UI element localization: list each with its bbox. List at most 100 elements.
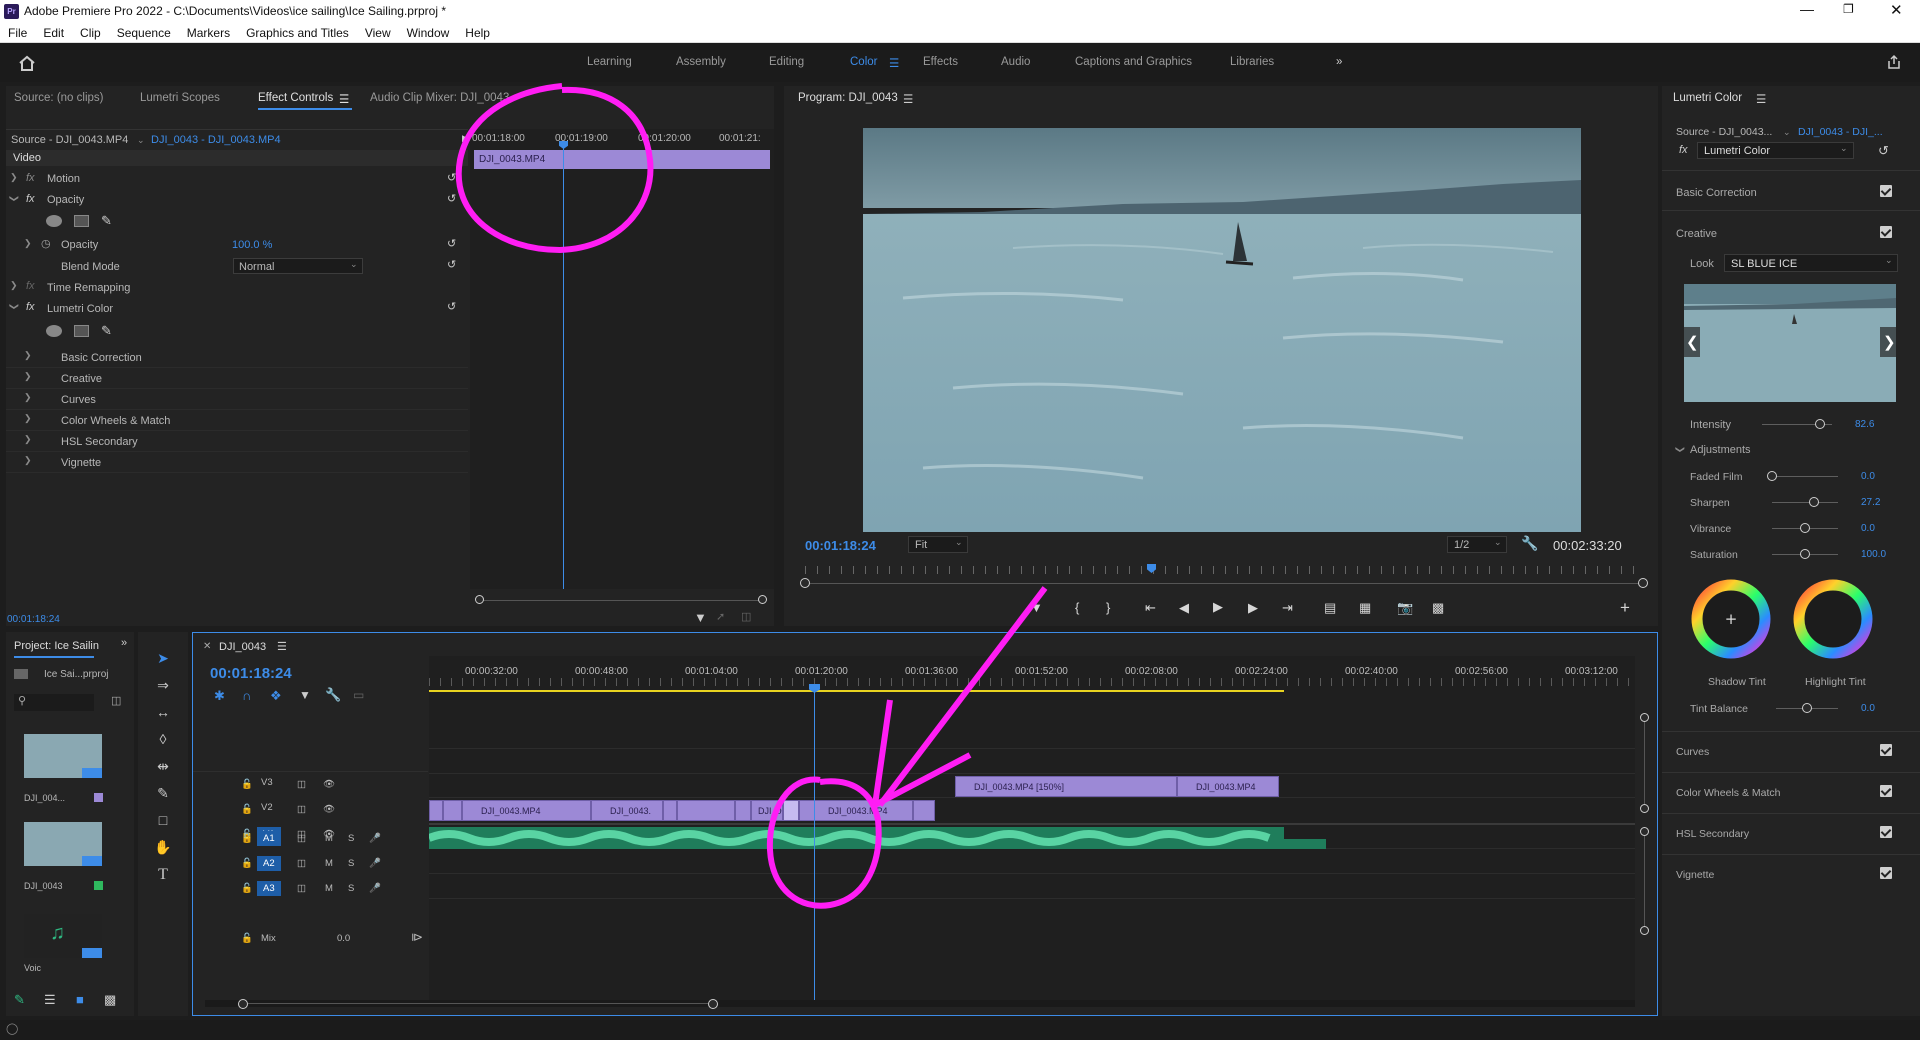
mute-button[interactable]: M xyxy=(325,833,333,844)
step-back-icon[interactable]: ◀ xyxy=(1179,600,1189,616)
look-next-button[interactable]: ❯ xyxy=(1880,327,1896,357)
hand-tool-icon[interactable]: ✋ xyxy=(154,839,172,857)
tint-balance-value[interactable]: 0.0 xyxy=(1861,703,1875,714)
ws-color[interactable]: Color xyxy=(850,56,877,68)
v-zoom-top[interactable] xyxy=(1640,713,1649,722)
program-zoom-bar[interactable] xyxy=(805,583,1643,584)
intensity-value[interactable]: 82.6 xyxy=(1855,419,1874,430)
go-to-out-icon[interactable]: ⇥ xyxy=(1282,600,1293,616)
section-header[interactable]: Curves xyxy=(1676,746,1709,758)
a-zoom-top[interactable] xyxy=(1640,827,1649,836)
rectangle-mask-icon[interactable] xyxy=(74,215,89,227)
lock-icon[interactable]: 🔓 xyxy=(241,804,253,815)
comparison-view-icon[interactable]: ▩ xyxy=(1432,600,1444,616)
project-item-name[interactable]: DJI_0043 xyxy=(24,881,63,891)
zoom-scrollbar[interactable] xyxy=(481,600,763,601)
collapse-icon[interactable]: ❯ xyxy=(8,303,19,311)
playhead-handle[interactable] xyxy=(559,141,568,149)
project-item-name[interactable]: DJI_004... xyxy=(24,793,65,803)
basic-correction-checkbox[interactable] xyxy=(1880,185,1892,197)
program-ruler[interactable] xyxy=(805,566,1643,574)
mix-pan-icon[interactable]: ⧐ xyxy=(411,930,423,944)
ellipse-mask-icon[interactable] xyxy=(46,215,62,227)
v-scroll-track[interactable] xyxy=(1644,722,1645,804)
lumetri-panel-title[interactable]: Lumetri Color xyxy=(1673,92,1742,104)
project-item-thumbnail[interactable] xyxy=(24,822,102,866)
pencil-icon[interactable]: ✎ xyxy=(14,992,25,1008)
share-icon[interactable] xyxy=(1886,54,1902,70)
type-tool-icon[interactable]: T xyxy=(154,866,172,884)
reset-icon[interactable]: ↺ xyxy=(447,237,456,250)
ws-libraries[interactable]: Libraries xyxy=(1230,56,1274,68)
slider-track[interactable] xyxy=(1772,502,1838,503)
v1-clip[interactable] xyxy=(677,800,735,821)
zoom-handle-right[interactable] xyxy=(758,595,767,604)
ws-captions[interactable]: Captions and Graphics xyxy=(1075,56,1192,68)
chevron-down-icon[interactable]: ❯ xyxy=(1674,446,1685,454)
snap-icon[interactable]: ∩ xyxy=(242,688,251,703)
lumetri-section-row[interactable]: ❯ Curves xyxy=(6,390,468,410)
pen-tool-icon[interactable]: ✎ xyxy=(154,785,172,803)
zoom-handle-left[interactable] xyxy=(475,595,484,604)
track-label[interactable]: V3 xyxy=(261,777,273,788)
project-search-input[interactable]: ⚲ xyxy=(14,694,94,711)
basic-correction-header[interactable]: Basic Correction xyxy=(1676,187,1757,199)
reset-icon[interactable]: ↺ xyxy=(1878,143,1889,159)
microphone-icon[interactable]: 🎤 xyxy=(369,858,381,869)
expand-icon[interactable]: ❯ xyxy=(24,350,32,361)
sync-lock-icon[interactable]: ◫ xyxy=(297,779,306,790)
menu-sequence[interactable]: Sequence xyxy=(109,23,179,40)
icon-view-icon[interactable]: ■ xyxy=(76,992,84,1007)
a1-audio-clip[interactable] xyxy=(429,827,1284,849)
mute-button[interactable]: M xyxy=(325,858,333,869)
time-remapping-row[interactable]: ❯ fx Time Remapping xyxy=(6,278,468,298)
program-zoom-right[interactable] xyxy=(1638,578,1648,588)
menu-help[interactable]: Help xyxy=(457,23,498,40)
section-checkbox[interactable] xyxy=(1880,826,1892,838)
add-marker-icon[interactable]: ▼ xyxy=(1030,600,1043,615)
lumetri-menu-icon[interactable]: ☰ xyxy=(1756,92,1766,106)
opacity-value[interactable]: 100.0 % xyxy=(232,239,272,251)
eye-icon[interactable]: 👁 xyxy=(323,804,335,815)
track-label[interactable]: A2 xyxy=(257,856,281,871)
adjustments-header[interactable]: Adjustments xyxy=(1690,444,1751,456)
add-button-icon[interactable]: + xyxy=(1620,598,1630,618)
intensity-slider-knob[interactable] xyxy=(1815,419,1825,429)
expand-icon[interactable]: ❯ xyxy=(24,434,32,445)
more-panels-icon[interactable]: » xyxy=(121,637,127,649)
selection-tool-icon[interactable]: ➤ xyxy=(154,650,172,668)
share-clip-icon[interactable]: ◫ xyxy=(741,610,751,623)
export-frame-icon[interactable]: 📷 xyxy=(1397,600,1413,616)
tab-menu-icon[interactable]: ☰ xyxy=(339,92,349,106)
effect-select[interactable]: Lumetri Color ⌄ xyxy=(1697,142,1854,159)
resolution-select[interactable]: 1/2 ⌄ xyxy=(1447,536,1507,553)
section-header[interactable]: Vignette xyxy=(1676,869,1714,881)
lumetri-row[interactable]: ❯ fx Lumetri Color ↺ xyxy=(6,299,468,319)
eye-icon[interactable]: 👁 xyxy=(323,779,335,790)
close-icon[interactable]: ✕ xyxy=(1890,1,1903,19)
program-timecode[interactable]: 00:01:18:24 xyxy=(805,538,876,553)
v-zoom-bottom[interactable] xyxy=(1640,804,1649,813)
project-item-name[interactable]: Voic xyxy=(24,963,41,973)
solo-button[interactable]: S xyxy=(348,883,354,894)
wrench-icon[interactable]: 🔧 xyxy=(1521,535,1538,552)
h-zoom-right[interactable] xyxy=(708,999,718,1009)
export-icon[interactable]: ➚ xyxy=(716,610,725,623)
section-header[interactable]: Color Wheels & Match xyxy=(1676,787,1780,799)
chevron-down-icon[interactable]: ⌄ xyxy=(137,135,145,146)
tint-balance-knob[interactable] xyxy=(1802,703,1812,713)
program-video-frame[interactable] xyxy=(863,128,1581,532)
timeline-sequence-tab[interactable]: DJI_0043 xyxy=(219,641,266,653)
section-checkbox[interactable] xyxy=(1880,785,1892,797)
creative-header[interactable]: Creative xyxy=(1676,228,1717,240)
slider-value[interactable]: 27.2 xyxy=(1861,497,1880,508)
play-icon[interactable]: ▶ xyxy=(1213,599,1223,615)
lumetri-section-row[interactable]: ❯ Vignette xyxy=(6,453,468,473)
ws-assembly[interactable]: Assembly xyxy=(676,56,726,68)
v2-clip[interactable]: DJI_0043.MP4 xyxy=(1177,776,1279,797)
rectangle-tool-icon[interactable]: □ xyxy=(154,812,172,830)
linked-selection-icon[interactable]: ❖ xyxy=(270,688,282,704)
slider-value[interactable]: 100.0 xyxy=(1861,549,1886,560)
new-bin-icon[interactable]: ◫ xyxy=(111,694,121,707)
lumetri-section-row[interactable]: ❯ Basic Correction xyxy=(6,348,468,368)
